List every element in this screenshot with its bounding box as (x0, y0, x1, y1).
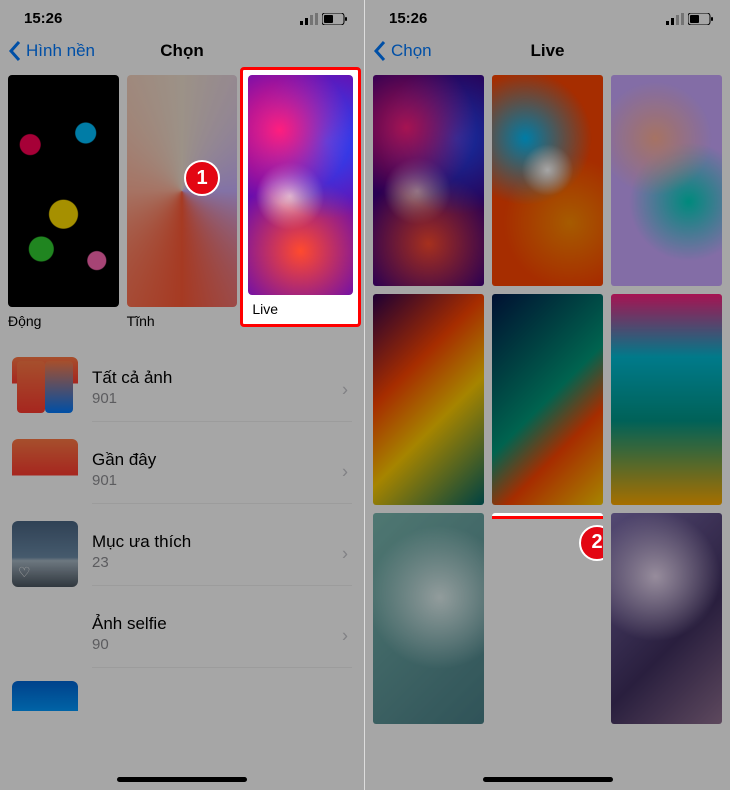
album-row-partial[interactable] (0, 677, 364, 719)
back-button[interactable]: Hình nền (8, 40, 95, 62)
nav-title: Live (530, 41, 564, 61)
wallpaper-tile-selected[interactable]: 2 (492, 513, 603, 724)
step-badge-1: 1 (184, 160, 220, 196)
phone-screen-live: 15:26 Chọn Live 2 (365, 0, 730, 790)
album-count: 901 (92, 390, 352, 407)
status-icons (666, 13, 714, 25)
chevron-left-icon (8, 40, 22, 62)
album-title: Tất cả ảnh (92, 368, 352, 388)
album-count: 23 (92, 554, 352, 571)
album-list: Tất cả ảnh 901 › Gần đây 901 › ♡ Mục ưa … (0, 349, 364, 719)
category-live[interactable]: Live (245, 75, 356, 337)
back-button[interactable]: Chọn (373, 40, 432, 62)
album-row-selfie[interactable]: Ảnh selfie 90 › (0, 595, 364, 677)
status-icons (300, 13, 348, 25)
category-thumb-live (248, 75, 353, 295)
wallpaper-grid: 2 (365, 75, 730, 724)
chevron-right-icon: › (342, 626, 348, 647)
album-row-favorites[interactable]: ♡ Mục ưa thích 23 › (0, 513, 364, 595)
phone-screen-choose: 15:26 Hình nền Chọn Động Tĩnh (0, 0, 365, 790)
category-dynamic[interactable]: Động (8, 75, 119, 337)
category-label: Tĩnh (127, 307, 238, 337)
album-title: Mục ưa thích (92, 532, 352, 552)
status-bar: 15:26 (365, 0, 730, 31)
wallpaper-tile[interactable] (611, 294, 722, 505)
album-thumb (12, 357, 78, 423)
signal-icon (666, 13, 684, 25)
status-bar: 15:26 (0, 0, 364, 31)
wallpaper-tile[interactable] (611, 75, 722, 286)
album-thumb: ♡ (12, 521, 78, 587)
nav-title: Chọn (160, 41, 203, 61)
category-label: Động (8, 307, 119, 337)
wallpaper-tile[interactable] (492, 294, 603, 505)
category-label: Live (248, 295, 353, 319)
step-badge-2: 2 (579, 525, 603, 561)
album-title: Ảnh selfie (92, 614, 352, 634)
wallpaper-tile[interactable] (373, 294, 484, 505)
album-row-all[interactable]: Tất cả ảnh 901 › (0, 349, 364, 431)
battery-icon (322, 13, 348, 25)
chevron-right-icon: › (342, 462, 348, 483)
album-count: 90 (92, 636, 352, 653)
nav-bar: Chọn Live (365, 31, 730, 75)
album-thumb (12, 603, 78, 669)
back-label: Chọn (391, 41, 432, 61)
heart-icon: ♡ (18, 564, 31, 581)
signal-icon (300, 13, 318, 25)
album-count: 901 (92, 472, 352, 489)
wallpaper-tile[interactable] (373, 75, 484, 286)
wallpaper-tile[interactable] (492, 75, 603, 286)
album-thumb (12, 439, 78, 505)
album-row-recent[interactable]: Gần đây 901 › (0, 431, 364, 513)
category-row: Động Tĩnh Live 1 (0, 75, 364, 337)
home-indicator[interactable] (483, 777, 613, 782)
category-still[interactable]: Tĩnh (127, 75, 238, 337)
wallpaper-tile[interactable] (611, 513, 722, 724)
status-time: 15:26 (24, 10, 62, 27)
chevron-right-icon: › (342, 380, 348, 401)
wallpaper-tile[interactable] (373, 513, 484, 724)
chevron-right-icon: › (342, 544, 348, 565)
back-label: Hình nền (26, 41, 95, 61)
album-thumb (12, 681, 78, 711)
home-indicator[interactable] (117, 777, 247, 782)
category-thumb-still (127, 75, 238, 307)
battery-icon (688, 13, 714, 25)
chevron-left-icon (373, 40, 387, 62)
status-time: 15:26 (389, 10, 427, 27)
category-thumb-dynamic (8, 75, 119, 307)
album-title: Gần đây (92, 450, 352, 470)
